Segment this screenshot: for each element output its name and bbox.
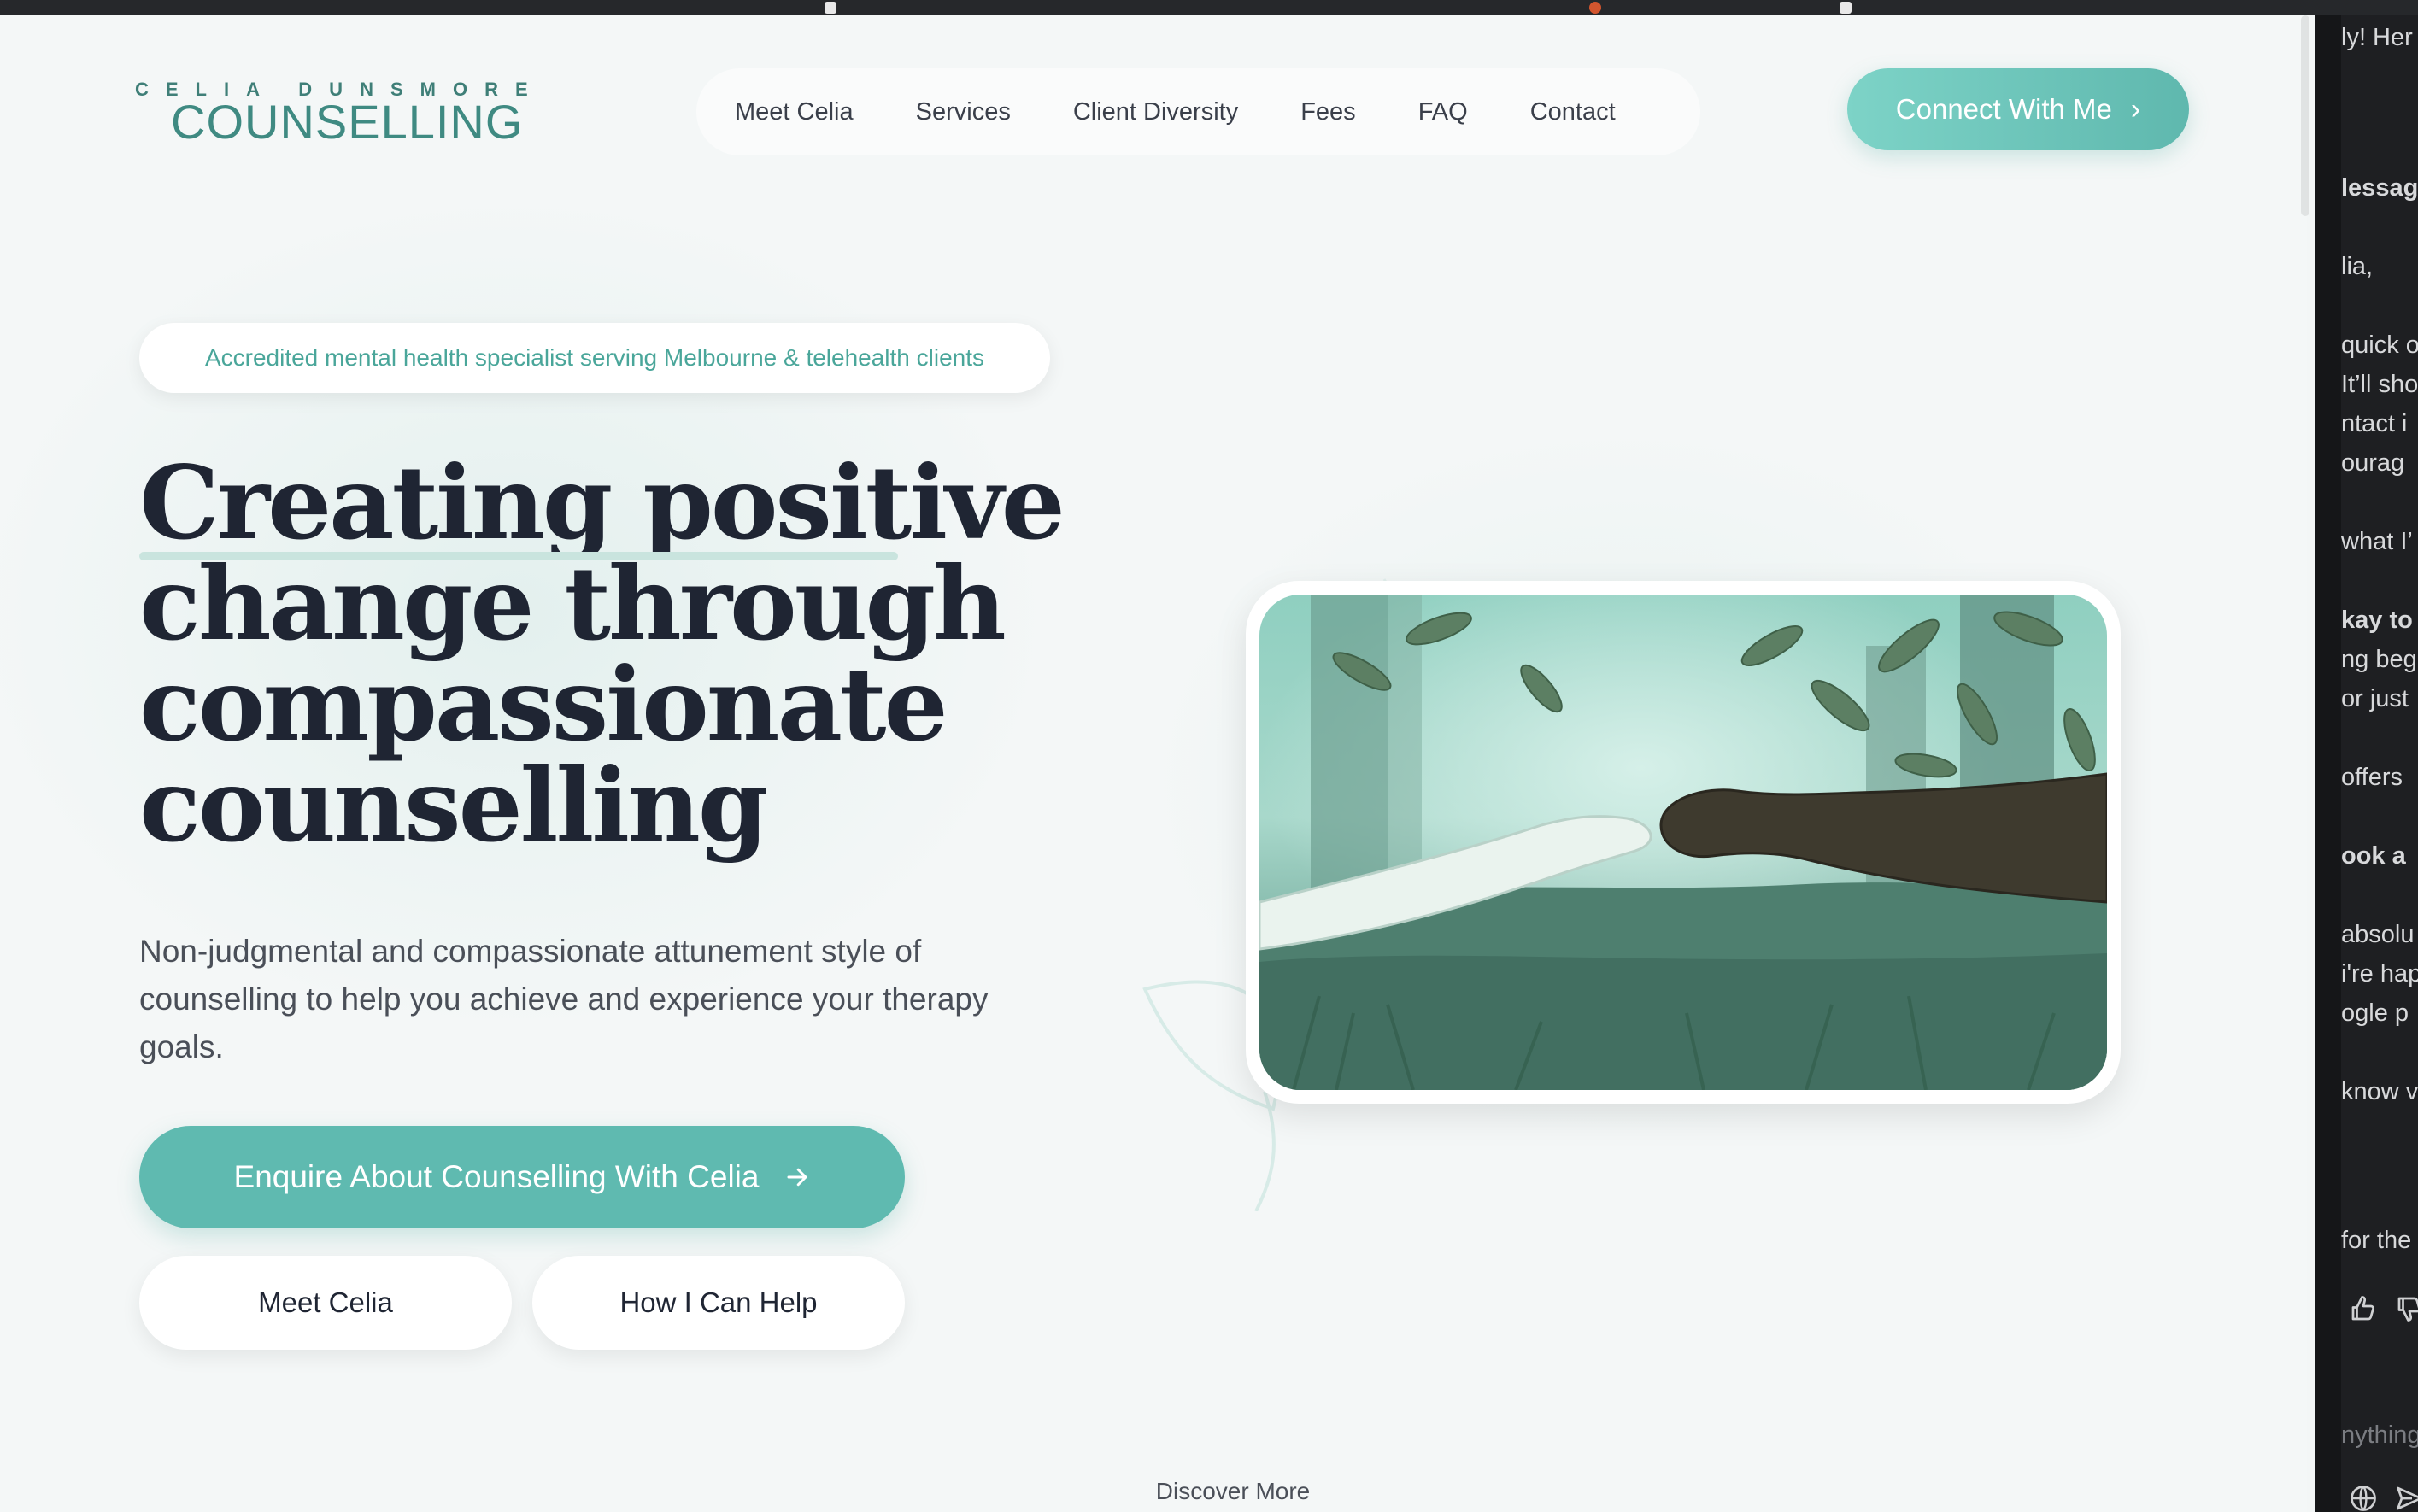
panel-divider[interactable] bbox=[2315, 15, 2341, 1512]
enquire-button-label: Enquire About Counselling With Celia bbox=[233, 1159, 760, 1194]
meet-celia-button[interactable]: Meet Celia bbox=[139, 1256, 512, 1350]
title-underline bbox=[139, 552, 898, 560]
chat-text-line: know v bbox=[2341, 1078, 2418, 1105]
hero-title-line: Creating positive bbox=[139, 443, 1065, 562]
hero-title: Creating positive change through compass… bbox=[139, 453, 1079, 856]
chat-text-line: or just bbox=[2341, 685, 2409, 712]
tab-icon[interactable] bbox=[1589, 2, 1601, 14]
chevron-right-icon: › bbox=[2130, 92, 2141, 126]
browser-top-bar bbox=[0, 0, 2418, 15]
accreditation-badge: Accredited mental health specialist serv… bbox=[139, 323, 1050, 393]
tab-icon[interactable] bbox=[1840, 2, 1852, 14]
chat-text-line: kay to bbox=[2341, 607, 2413, 634]
connect-with-me-button[interactable]: Connect With Me › bbox=[1847, 68, 2189, 150]
hero-title-line: counselling bbox=[139, 746, 768, 864]
hero-title-line: compassionate bbox=[139, 645, 948, 764]
how-i-can-help-button[interactable]: How I Can Help bbox=[532, 1256, 905, 1350]
hero-image-card bbox=[1246, 581, 2121, 1104]
chat-text-line: ntact i bbox=[2341, 410, 2408, 437]
chat-text-line: ng beg bbox=[2341, 646, 2417, 673]
chat-text-line: lessag bbox=[2341, 174, 2418, 202]
send-icon[interactable] bbox=[2394, 1483, 2418, 1512]
connect-button-label: Connect With Me bbox=[1895, 93, 2112, 125]
chat-text-line: absolu bbox=[2341, 921, 2415, 948]
nav-meet-celia[interactable]: Meet Celia bbox=[735, 98, 854, 126]
chat-text-line: ook a bbox=[2341, 842, 2406, 870]
site-logo[interactable]: CELIA DUNSMORE COUNSELLING bbox=[135, 79, 528, 155]
thumbs-up-icon[interactable] bbox=[2348, 1293, 2379, 1324]
page-scrollbar[interactable] bbox=[2301, 15, 2309, 216]
hero-description: Non-judgmental and compassionate attunem… bbox=[139, 934, 989, 1064]
main-navigation: Meet Celia Services Client Diversity Fee… bbox=[696, 68, 1700, 155]
chat-text-line: what I’ bbox=[2341, 528, 2413, 555]
meet-celia-label: Meet Celia bbox=[258, 1286, 393, 1318]
chat-text-line: ogle p bbox=[2341, 999, 2409, 1027]
arrow-right-icon bbox=[787, 1168, 807, 1187]
chat-side-panel: ly! Her lessag lia, quick o It’ll sho nt… bbox=[2315, 15, 2418, 1512]
chat-input-placeholder[interactable]: nything bbox=[2341, 1421, 2418, 1450]
nav-client-diversity[interactable]: Client Diversity bbox=[1073, 98, 1238, 126]
hands-reaching-illustration bbox=[1259, 595, 2107, 1090]
chat-text-line: It’ll sho bbox=[2341, 371, 2418, 398]
chat-text-line: quick o bbox=[2341, 331, 2418, 359]
nav-services[interactable]: Services bbox=[916, 98, 1011, 126]
chat-text-line: i're hap bbox=[2341, 960, 2418, 987]
hero-title-line: change through bbox=[139, 544, 1007, 663]
discover-more-link[interactable]: Discover More bbox=[1111, 1478, 1355, 1505]
chat-text-line: ourag bbox=[2341, 449, 2405, 477]
website-viewport: CELIA DUNSMORE COUNSELLING Meet Celia Se… bbox=[0, 15, 2307, 1512]
nav-faq[interactable]: FAQ bbox=[1418, 98, 1468, 126]
logo-bottom-text: COUNSELLING bbox=[171, 95, 524, 149]
nav-fees[interactable]: Fees bbox=[1300, 98, 1355, 126]
chat-text-line: lia, bbox=[2341, 253, 2374, 280]
chat-text-line: ly! Her bbox=[2341, 24, 2413, 51]
nav-contact[interactable]: Contact bbox=[1530, 98, 1616, 126]
globe-icon[interactable] bbox=[2348, 1483, 2379, 1512]
badge-text: Accredited mental health specialist serv… bbox=[204, 344, 985, 371]
chat-text-line: offers bbox=[2341, 764, 2403, 791]
tab-icon[interactable] bbox=[825, 2, 836, 14]
thumbs-down-icon[interactable] bbox=[2394, 1293, 2418, 1324]
how-i-can-help-label: How I Can Help bbox=[619, 1286, 818, 1318]
chat-text-line: for the bbox=[2341, 1227, 2412, 1254]
enquire-button[interactable]: Enquire About Counselling With Celia bbox=[139, 1126, 905, 1228]
